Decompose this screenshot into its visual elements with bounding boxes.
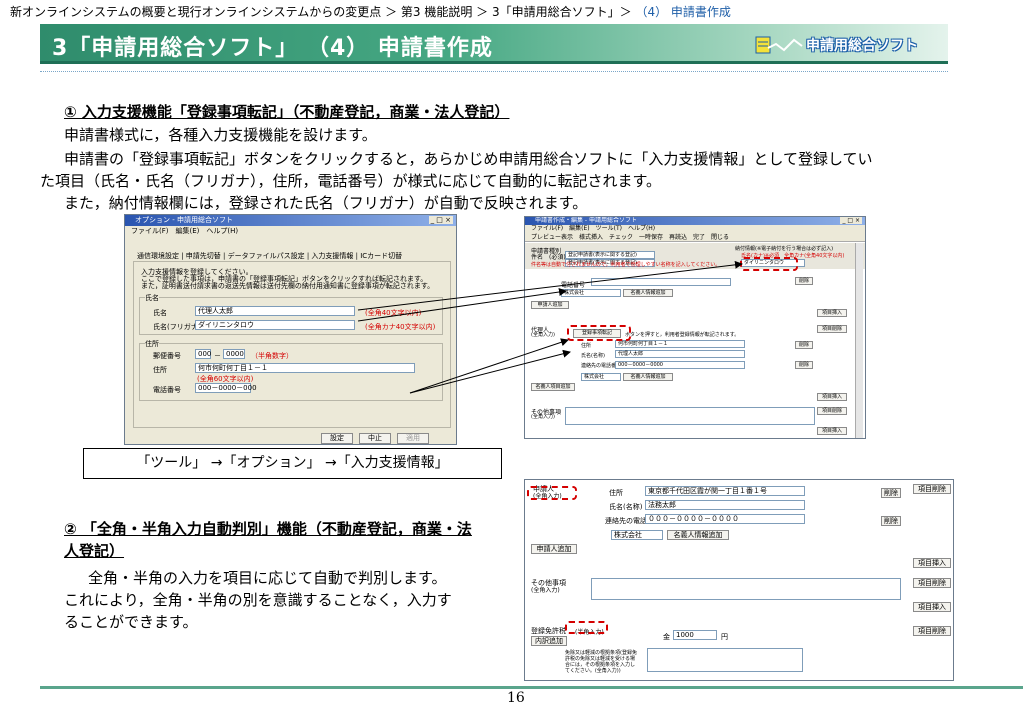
callout-arrows xyxy=(357,260,743,394)
page-number: 16 xyxy=(507,690,525,706)
footer-rule xyxy=(40,686,1023,689)
